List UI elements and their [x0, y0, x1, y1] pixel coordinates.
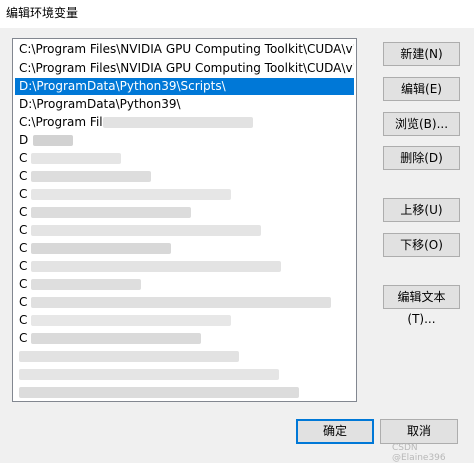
list-item[interactable]: D:\ProgramData\Python39\	[15, 96, 354, 113]
redacted-text	[31, 261, 281, 272]
ok-button[interactable]: 确定	[296, 419, 374, 444]
cancel-button[interactable]: 取消	[380, 419, 458, 444]
window-title: 编辑环境变量	[6, 6, 79, 20]
redacted-text	[31, 153, 121, 164]
list-item[interactable]: C:\Program Files\NVIDIA GPU Computing To…	[15, 60, 354, 77]
redacted-text	[103, 117, 253, 128]
redacted-text	[31, 279, 141, 290]
delete-button[interactable]: 删除(D)	[383, 146, 460, 170]
redacted-text	[31, 315, 231, 326]
redacted-text	[31, 171, 151, 182]
redacted-text	[19, 351, 239, 362]
redacted-text	[31, 297, 331, 308]
list-item[interactable]: C:\Program Files\NVIDIA GPU Computing To…	[15, 41, 354, 58]
edit-button[interactable]: 编辑(E)	[383, 77, 460, 101]
redacted-text	[19, 369, 279, 380]
redacted-text	[33, 135, 73, 146]
move-up-button[interactable]: 上移(U)	[383, 198, 460, 222]
edit-text-button[interactable]: 编辑文本(T)...	[383, 285, 460, 326]
redacted-text	[31, 189, 231, 200]
list-item-selected[interactable]: D:\ProgramData\Python39\Scripts\	[15, 78, 354, 95]
watermark: CSDN @Elaine396	[392, 443, 446, 463]
path-list[interactable]: C:\Program Files\NVIDIA GPU Computing To…	[12, 38, 357, 402]
redacted-text	[31, 243, 171, 254]
redacted-text	[31, 207, 191, 218]
redacted-text	[31, 225, 261, 236]
new-button[interactable]: 新建(N)	[383, 42, 460, 66]
redacted-text	[19, 387, 299, 398]
redacted-text	[31, 333, 201, 344]
edit-environment-variable-dialog: 编辑环境变量 C:\Program Files\NVIDIA GPU Compu…	[0, 0, 474, 463]
title-bar: 编辑环境变量	[0, 0, 474, 28]
move-down-button[interactable]: 下移(O)	[383, 233, 460, 257]
browse-button[interactable]: 浏览(B)...	[383, 112, 460, 136]
